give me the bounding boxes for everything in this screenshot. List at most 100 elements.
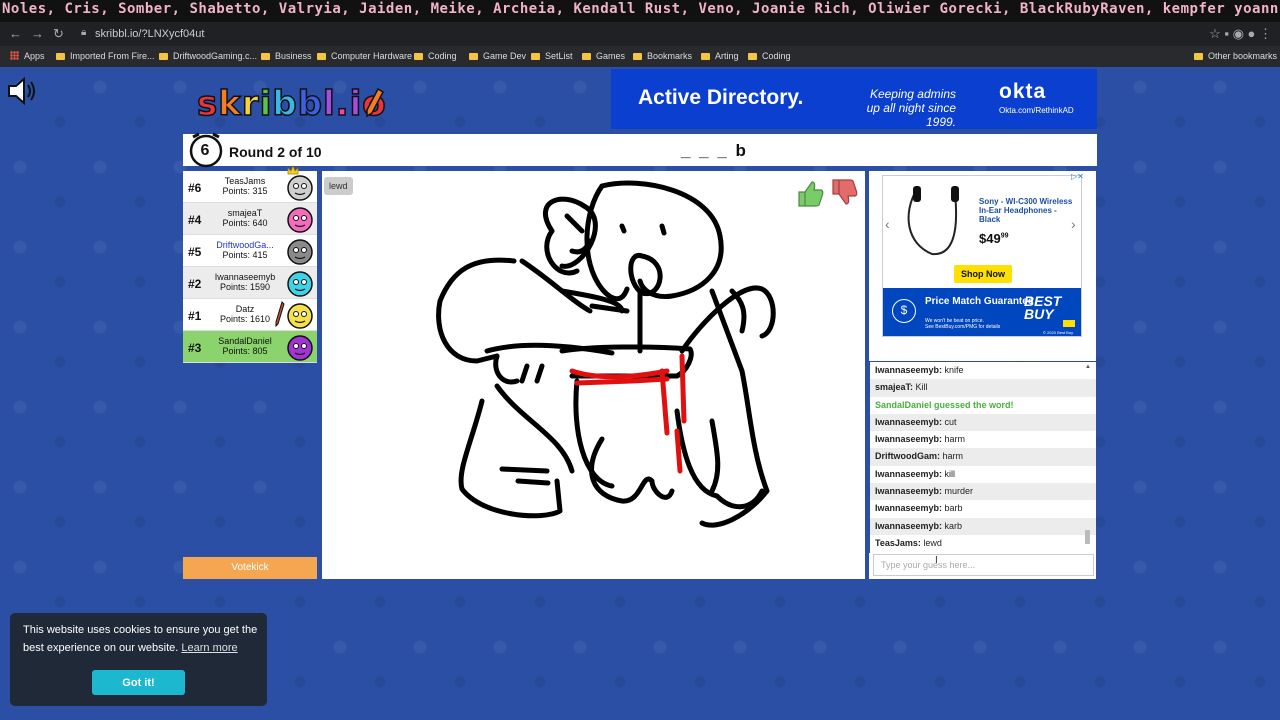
- folder-icon: [261, 53, 270, 60]
- bestbuy-tag-icon: [1063, 320, 1075, 327]
- chat-log[interactable]: Iwannaseemyb: knife smajeaT: Kill SandalDa…: [870, 362, 1096, 553]
- bestbuy-side-ad[interactable]: Sony - WI-C300 Wireless In-Ear Headphone…: [869, 171, 1096, 361]
- folder-icon: [582, 53, 591, 60]
- lock-icon[interactable]: 🔒︎: [81, 27, 86, 38]
- cookie-text: This website uses cookies to ensure you …: [23, 624, 258, 654]
- player-row[interactable]: #4 smajeaT Points: 640: [183, 203, 317, 235]
- bookmark-item[interactable]: Arting: [701, 51, 739, 61]
- player-name: DriftwoodGa...: [216, 240, 274, 250]
- player-name: Iwannaseemyb: [214, 272, 276, 282]
- headphones-image: [907, 186, 959, 256]
- okta-banner-ad[interactable]: Active Directory. Keeping admins up all …: [611, 69, 1097, 129]
- thumbs-down-icon[interactable]: [830, 178, 858, 208]
- chat-text: Kill: [915, 382, 928, 393]
- word-hint: _ _ _ b: [681, 141, 748, 160]
- drawing-canvas[interactable]: [322, 171, 865, 579]
- bookmark-item[interactable]: SetList: [531, 51, 573, 61]
- chat-messages: Iwannaseemyb: knife smajeaT: Kill SandalDa…: [870, 362, 1096, 552]
- chat-message: Iwannaseemyb: harm: [870, 431, 1096, 448]
- chat-text: barb: [944, 503, 963, 514]
- player-rank: #1: [188, 309, 202, 323]
- chevron-left-icon[interactable]: ‹: [885, 216, 890, 232]
- player-row[interactable]: #3 SandalDaniel Points: 805: [183, 331, 317, 363]
- drawing-pencil-icon: [275, 301, 285, 327]
- bookmark-item[interactable]: Games: [582, 51, 625, 61]
- player-avatar-icon: [287, 239, 313, 265]
- bookmark-item[interactable]: Coding: [748, 51, 791, 61]
- ad-close-icon[interactable]: ▷✕: [1071, 172, 1084, 181]
- address-bar[interactable]: skribbl.io/?LNXycf04ut: [95, 28, 204, 40]
- player-avatar-icon: [287, 207, 313, 233]
- player-rank: #2: [188, 277, 202, 291]
- chat-message: Iwannaseemyb: murder: [870, 483, 1096, 501]
- player-name: SandalDaniel: [218, 336, 272, 346]
- chat-message: smajeaT: Kill: [870, 379, 1096, 397]
- ad-title: Active Directory.: [638, 86, 804, 109]
- ad-product-name: Sony - WI-C300 Wireless In-Ear Headphone…: [979, 197, 1073, 224]
- chat-text: harm: [942, 451, 964, 462]
- price-match-sub: We won't be beat on price. See BestBuy.co…: [925, 318, 1001, 330]
- dollar-icon: $: [892, 299, 916, 323]
- shop-now-button[interactable]: Shop Now: [954, 265, 1012, 283]
- player-row[interactable]: #1 Datz Points: 1610: [183, 299, 317, 331]
- crown-icon: [287, 165, 299, 175]
- ad-copyright: © 2020 Best Buy: [1043, 330, 1074, 335]
- cookie-accept-button[interactable]: Got it!: [92, 670, 185, 695]
- player-points: Points: 640: [222, 218, 268, 228]
- reload-icon[interactable]: ↻: [53, 26, 64, 42]
- player-row[interactable]: #6 TeasJams Points: 315: [183, 165, 317, 203]
- chat-text: harm: [944, 434, 966, 445]
- player-points: Points: 805: [222, 346, 268, 356]
- bookmark-item[interactable]: Bookmarks: [633, 51, 692, 61]
- round-counter: Round 2 of 10: [229, 144, 322, 160]
- player-avatar-icon: [287, 335, 313, 361]
- chat-user: Iwannaseemyb:: [875, 365, 943, 375]
- chat-text: murder: [944, 486, 974, 497]
- bookmark-item[interactable]: Game Dev: [469, 51, 526, 61]
- back-icon[interactable]: ←: [9, 26, 22, 41]
- guess-input[interactable]: [873, 554, 1094, 576]
- bookmark-other[interactable]: Other bookmarks: [1194, 51, 1277, 61]
- bookmark-item[interactable]: Computer Hardware: [317, 51, 412, 61]
- scroll-up-icon[interactable]: ▲: [1085, 364, 1091, 370]
- chat-text: kill: [944, 468, 956, 479]
- extension-icons[interactable]: ☆ ▪ ◉ ● ⋮: [1209, 26, 1272, 42]
- ad-price-match-banner: $ Price Match Guarantee We won't be beat…: [883, 288, 1081, 336]
- folder-icon: [159, 53, 168, 60]
- chat-text: knife: [944, 365, 964, 375]
- chat-system-message: SandalDaniel guessed the word!: [875, 399, 1014, 410]
- player-row[interactable]: #5 DriftwoodGa... Points: 415: [183, 235, 317, 267]
- learn-more-link[interactable]: Learn more: [181, 642, 237, 654]
- folder-icon: [701, 53, 710, 60]
- sound-toggle-icon[interactable]: [6, 76, 38, 106]
- player-name: Datz: [235, 304, 255, 314]
- folder-icon: [414, 53, 423, 60]
- player-avatar-icon: [287, 303, 313, 329]
- text-cursor-icon: I: [935, 555, 938, 566]
- bookmark-apps[interactable]: Apps: [10, 51, 45, 61]
- price-match-title: Price Match Guarantee: [925, 296, 1034, 307]
- cookie-banner: This website uses cookies to ensure you …: [10, 613, 267, 706]
- player-points: Points: 1610: [219, 314, 271, 324]
- bookmark-item[interactable]: Coding: [414, 51, 457, 61]
- chat-scrollbar[interactable]: [1085, 530, 1090, 544]
- bookmark-item[interactable]: Imported From Fire...: [56, 51, 155, 61]
- chat-user: Iwannaseemyb:: [875, 520, 943, 531]
- chevron-right-icon[interactable]: ›: [1071, 216, 1076, 232]
- player-avatar-icon: [287, 271, 313, 297]
- bookmark-item[interactable]: DriftwoodGaming.c...: [159, 51, 257, 61]
- chat-user: TeasJams:: [875, 537, 921, 548]
- round-timer: 6: [200, 142, 210, 159]
- thumbs-up-icon[interactable]: [796, 178, 824, 208]
- player-rank: #3: [188, 341, 202, 355]
- chat-user: Iwannaseemyb:: [875, 468, 943, 479]
- folder-icon: [633, 53, 642, 60]
- player-points: Points: 315: [222, 186, 268, 196]
- player-name: smajeaT: [227, 208, 263, 218]
- player-row[interactable]: #2 Iwannaseemyb Points: 1590: [183, 267, 317, 299]
- bookmarks-bar: Apps Imported From Fire... DriftwoodGami…: [0, 46, 1280, 67]
- forward-icon[interactable]: →: [31, 26, 44, 41]
- ad-frame: Sony - WI-C300 Wireless In-Ear Headphone…: [882, 175, 1082, 337]
- votekick-button[interactable]: Votekick: [183, 557, 317, 579]
- bookmark-item[interactable]: Business: [261, 51, 312, 61]
